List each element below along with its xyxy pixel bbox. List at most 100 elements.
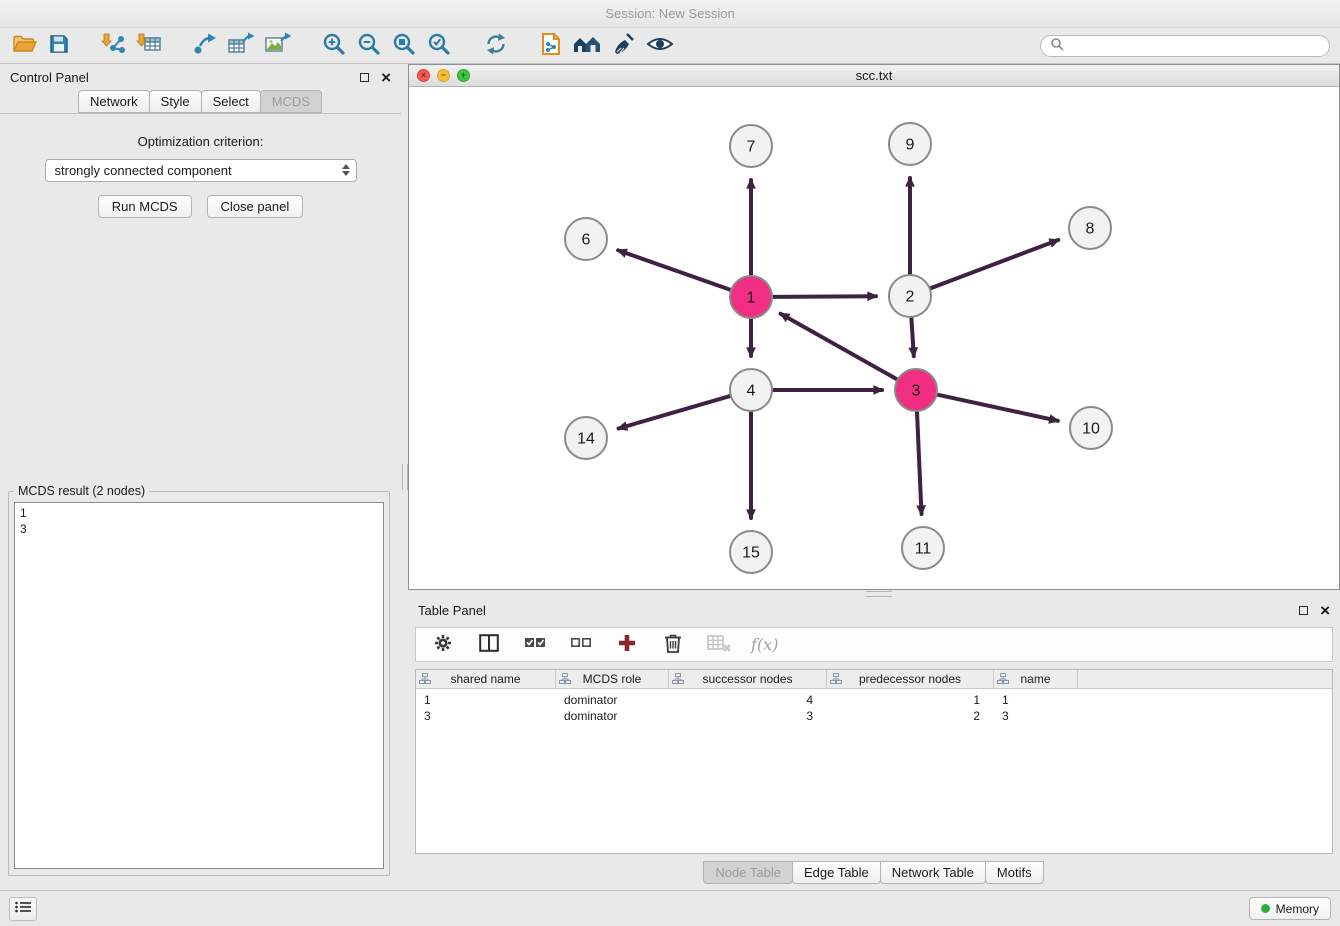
optimization-dropdown[interactable]: strongly connected component — [45, 159, 357, 182]
graph-edge-4-14[interactable] — [619, 396, 730, 428]
svg-text:2: 2 — [906, 289, 915, 306]
table-cell[interactable]: 4 — [669, 692, 827, 708]
table-toolbar: f(x) — [415, 627, 1333, 662]
graph-node-6[interactable]: 6 — [565, 218, 607, 260]
open-session-button[interactable] — [10, 31, 40, 61]
graph-node-15[interactable]: 15 — [730, 531, 772, 573]
trash-icon — [664, 633, 682, 656]
tab-style[interactable]: Style — [149, 90, 202, 113]
graph-node-11[interactable]: 11 — [902, 527, 944, 569]
graph-node-3[interactable]: 3 — [895, 369, 937, 411]
table-cell[interactable]: 3 — [669, 708, 827, 724]
tab-mcds[interactable]: MCDS — [260, 90, 322, 113]
graphics-details-button[interactable] — [644, 31, 676, 61]
tab-edge-table[interactable]: Edge Table — [792, 861, 881, 884]
graph-node-9[interactable]: 9 — [889, 123, 931, 165]
graph-node-4[interactable]: 4 — [730, 369, 772, 411]
close-panel-icon[interactable]: × — [381, 69, 391, 86]
zoom-out-button[interactable] — [355, 31, 385, 61]
table-body: 1dominator4113dominator323 — [416, 689, 1332, 853]
graph-edge-1-6[interactable] — [618, 250, 730, 289]
table-cell[interactable]: dominator — [556, 692, 669, 708]
chevron-up-down-icon — [342, 164, 350, 176]
zoom-in-button[interactable] — [320, 31, 350, 61]
checked-boxes-icon — [524, 634, 546, 655]
float-panel-icon[interactable] — [1299, 606, 1308, 615]
apply-layout-button[interactable] — [481, 31, 511, 61]
export-network-button[interactable] — [190, 31, 220, 61]
column-header-name[interactable]: name — [994, 670, 1078, 688]
graph-node-10[interactable]: 10 — [1070, 407, 1112, 449]
network-canvas[interactable]: 7 9 6 8 1 2 4 3 14 10 15 11 — [409, 87, 1339, 589]
search-input[interactable] — [1070, 39, 1320, 53]
table-cell[interactable]: 1 — [416, 692, 556, 708]
save-session-button[interactable] — [45, 31, 73, 61]
unselect-all-columns-button[interactable] — [567, 630, 595, 660]
table-row[interactable]: 1dominator411 — [416, 692, 1332, 708]
close-panel-icon[interactable]: × — [1320, 602, 1330, 619]
table-cell[interactable]: 3 — [994, 708, 1078, 724]
table-cell[interactable]: 3 — [416, 708, 556, 724]
graph-node-1[interactable]: 1 — [730, 276, 772, 318]
show-columns-button[interactable] — [475, 630, 503, 660]
zoom-fit-icon — [392, 32, 418, 59]
graph-node-7[interactable]: 7 — [730, 125, 772, 167]
table-cell[interactable]: 2 — [827, 708, 994, 724]
create-column-button[interactable] — [613, 630, 641, 660]
import-table-button[interactable] — [134, 31, 164, 61]
graph-edge-1-2[interactable] — [773, 296, 876, 297]
delete-column-button[interactable] — [659, 630, 687, 660]
graph-edge-3-1[interactable] — [781, 314, 897, 380]
home-button[interactable] — [570, 31, 604, 61]
import-network-button[interactable] — [99, 31, 129, 61]
panel-menu-button[interactable] — [9, 897, 37, 921]
function-builder-icon: f(x) — [751, 635, 778, 654]
table-cell[interactable]: dominator — [556, 708, 669, 724]
network-window-title: scc.txt — [856, 68, 893, 83]
graph-edge-2-3[interactable] — [911, 318, 913, 356]
network-file-button[interactable] — [537, 31, 565, 61]
graph-edge-3-10[interactable] — [938, 395, 1058, 421]
close-panel-button[interactable]: Close panel — [207, 195, 304, 218]
table-tabs: Node TableEdge TableNetwork TableMotifs — [408, 861, 1340, 884]
minimize-window-button[interactable]: − — [437, 69, 450, 82]
gear-icon — [433, 633, 453, 656]
table-cell[interactable]: 1 — [994, 692, 1078, 708]
graph-node-14[interactable]: 14 — [565, 417, 607, 459]
zoom-window-button[interactable]: + — [457, 69, 470, 82]
select-all-columns-button[interactable] — [521, 630, 549, 660]
tab-select[interactable]: Select — [201, 90, 261, 113]
tab-node-table[interactable]: Node Table — [703, 861, 793, 884]
table-settings-button[interactable] — [429, 630, 457, 660]
open-folder-icon — [12, 33, 38, 58]
table-row[interactable]: 3dominator323 — [416, 708, 1332, 724]
import-table-icon — [136, 32, 162, 59]
unchecked-boxes-icon — [570, 634, 592, 655]
float-panel-icon[interactable] — [360, 73, 369, 82]
zoom-selected-button[interactable] — [425, 31, 455, 61]
table-cell[interactable]: 1 — [827, 692, 994, 708]
graph-edge-3-11[interactable] — [917, 412, 922, 514]
close-window-button[interactable]: × — [417, 69, 430, 82]
export-table-button[interactable] — [225, 31, 257, 61]
panel-splitter[interactable] — [401, 64, 408, 890]
zoom-fit-button[interactable] — [390, 31, 420, 61]
export-table-icon — [227, 32, 255, 59]
graph-edge-2-8[interactable] — [931, 240, 1059, 288]
table-splitter[interactable] — [408, 590, 1340, 597]
search-field[interactable] — [1040, 35, 1330, 57]
column-header-MCDS-role[interactable]: MCDS role — [556, 670, 669, 688]
column-header-successor-nodes[interactable]: successor nodes — [669, 670, 827, 688]
tab-network[interactable]: Network — [78, 90, 150, 113]
export-image-button[interactable] — [262, 31, 294, 61]
column-header-shared-name[interactable]: shared name — [416, 670, 556, 688]
run-mcds-button[interactable]: Run MCDS — [98, 195, 192, 218]
mcds-result-text[interactable]: 1 3 — [14, 502, 384, 869]
apply-style-button[interactable] — [609, 31, 639, 61]
tab-network-table[interactable]: Network Table — [880, 861, 986, 884]
graph-node-8[interactable]: 8 — [1069, 207, 1111, 249]
column-header-predecessor-nodes[interactable]: predecessor nodes — [827, 670, 994, 688]
memory-button[interactable]: Memory — [1249, 897, 1331, 920]
graph-node-2[interactable]: 2 — [889, 275, 931, 317]
tab-motifs[interactable]: Motifs — [985, 861, 1044, 884]
